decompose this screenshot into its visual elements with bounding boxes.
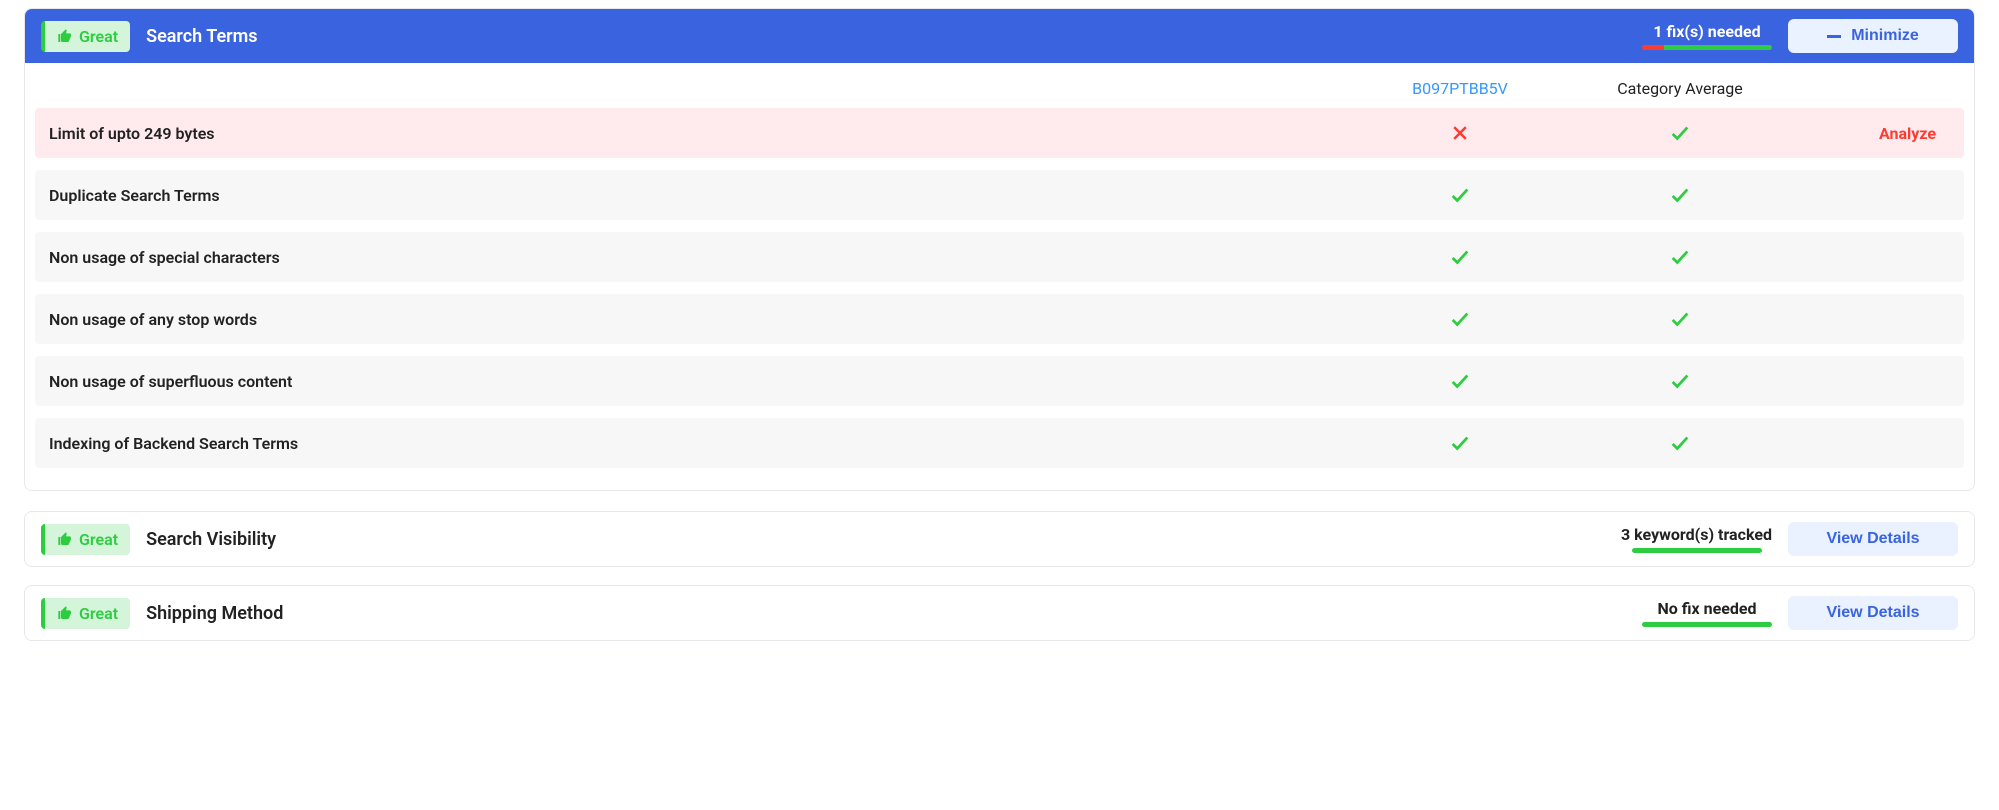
panel-header-search-terms: Great Search Terms 1 fix(s) needed Minim… (25, 9, 1974, 63)
thumbs-up-icon (57, 605, 73, 621)
check-icon (1669, 308, 1691, 330)
view-details-label: View Details (1826, 530, 1919, 548)
minimize-label: Minimize (1851, 27, 1919, 45)
category-status-cell (1560, 370, 1800, 392)
product-status-cell (1360, 246, 1560, 268)
panel-header-search-visibility: Great Search Visibility 3 keyword(s) tra… (25, 512, 1974, 566)
table-row: Duplicate Search Terms (35, 170, 1964, 220)
category-status-cell (1560, 122, 1800, 144)
category-status-cell (1560, 184, 1800, 206)
view-details-label: View Details (1826, 604, 1919, 622)
minus-icon (1827, 35, 1841, 38)
analyze-link[interactable]: Analyze (1800, 124, 1950, 143)
category-status-cell (1560, 432, 1800, 454)
progress-bar (1642, 622, 1772, 627)
table-row: Non usage of special characters (35, 232, 1964, 282)
progress-pass-segment (1664, 45, 1772, 50)
row-label: Non usage of any stop words (49, 310, 1360, 329)
view-details-button[interactable]: View Details (1788, 596, 1958, 630)
product-status-cell (1360, 184, 1560, 206)
fix-status-text: 3 keyword(s) tracked (1621, 525, 1772, 544)
progress-pass-segment (1642, 622, 1772, 627)
badge-text: Great (79, 27, 118, 46)
check-icon (1669, 184, 1691, 206)
check-icon (1449, 308, 1471, 330)
progress-bar (1632, 548, 1762, 553)
progress-bar (1642, 45, 1772, 50)
product-status-cell (1360, 432, 1560, 454)
quality-badge: Great (41, 524, 130, 555)
panel-title: Search Visibility (146, 529, 1605, 550)
search-visibility-panel: Great Search Visibility 3 keyword(s) tra… (24, 511, 1975, 567)
row-label: Non usage of superfluous content (49, 372, 1360, 391)
check-icon (1449, 432, 1471, 454)
thumbs-up-icon (57, 531, 73, 547)
column-product-id[interactable]: B097PTBB5V (1360, 79, 1560, 98)
check-icon (1449, 246, 1471, 268)
panel-header-shipping-method: Great Shipping Method No fix needed View… (25, 586, 1974, 640)
row-label: Non usage of special characters (49, 248, 1360, 267)
panel-title: Search Terms (146, 26, 1626, 47)
panel-title: Shipping Method (146, 603, 1626, 624)
progress-fail-segment (1642, 45, 1664, 50)
thumbs-up-icon (57, 28, 73, 44)
check-icon (1449, 184, 1471, 206)
quality-badge: Great (41, 21, 130, 52)
check-icon (1449, 370, 1471, 392)
fix-status: No fix needed (1642, 599, 1772, 627)
column-category-average: Category Average (1560, 79, 1800, 98)
table-row: Indexing of Backend Search Terms (35, 418, 1964, 468)
table-row: Limit of upto 249 bytes Analyze (35, 108, 1964, 158)
table-row: Non usage of any stop words (35, 294, 1964, 344)
check-icon (1669, 246, 1691, 268)
view-details-button[interactable]: View Details (1788, 522, 1958, 556)
product-status-cell (1360, 123, 1560, 143)
fix-status: 3 keyword(s) tracked (1621, 525, 1772, 553)
fix-status-text: No fix needed (1657, 599, 1756, 618)
search-terms-panel: Great Search Terms 1 fix(s) needed Minim… (24, 8, 1975, 491)
product-status-cell (1360, 308, 1560, 330)
row-label: Limit of upto 249 bytes (49, 124, 1360, 143)
badge-text: Great (79, 530, 118, 549)
shipping-method-panel: Great Shipping Method No fix needed View… (24, 585, 1975, 641)
category-status-cell (1560, 308, 1800, 330)
fix-status-text: 1 fix(s) needed (1653, 22, 1760, 41)
table-header: B097PTBB5V Category Average (35, 63, 1964, 108)
badge-text: Great (79, 604, 118, 623)
product-status-cell (1360, 370, 1560, 392)
cross-icon (1450, 123, 1470, 143)
check-icon (1669, 122, 1691, 144)
row-label: Duplicate Search Terms (49, 186, 1360, 205)
progress-pass-segment (1632, 548, 1762, 553)
minimize-button[interactable]: Minimize (1788, 19, 1958, 53)
quality-badge: Great (41, 598, 130, 629)
search-terms-table: B097PTBB5V Category Average Limit of upt… (25, 63, 1974, 490)
row-label: Indexing of Backend Search Terms (49, 434, 1360, 453)
table-row: Non usage of superfluous content (35, 356, 1964, 406)
check-icon (1669, 370, 1691, 392)
fix-status: 1 fix(s) needed (1642, 22, 1772, 50)
category-status-cell (1560, 246, 1800, 268)
check-icon (1669, 432, 1691, 454)
